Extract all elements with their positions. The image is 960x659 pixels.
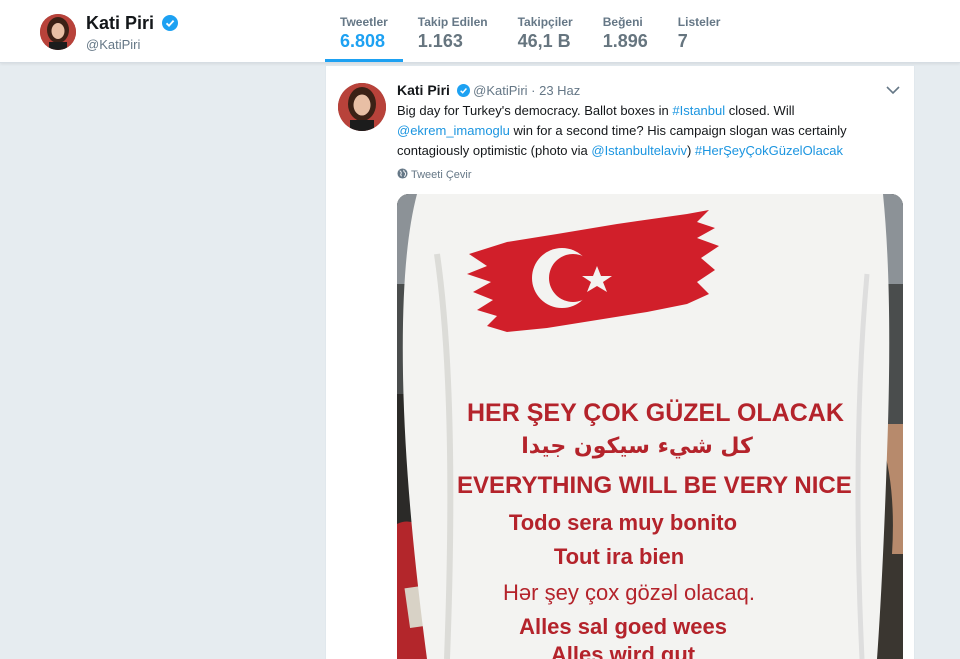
stat-likes[interactable]: Beğeni 1.896 bbox=[588, 0, 663, 62]
stat-label: Listeler bbox=[677, 15, 721, 29]
verified-badge-icon bbox=[456, 84, 470, 97]
tweet-timestamp[interactable]: 23 Haz bbox=[539, 83, 580, 98]
stat-value: 1.163 bbox=[417, 31, 463, 51]
stat-followers[interactable]: Takipçiler 46,1 B bbox=[503, 0, 588, 62]
stat-tweets[interactable]: Tweetler 6.808 bbox=[325, 0, 403, 62]
stat-value: 46,1 B bbox=[517, 31, 571, 51]
tweet-text-segment: ) bbox=[686, 143, 695, 158]
chevron-down-icon[interactable] bbox=[886, 85, 900, 95]
stat-following[interactable]: Takip Edilen 1.163 bbox=[403, 0, 503, 62]
shirt-line: Todo sera muy bonito bbox=[508, 510, 738, 535]
divider bbox=[326, 65, 914, 66]
tweet-text-segment: Big day for Turkey's democracy. Ballot b… bbox=[397, 103, 673, 118]
shirt-line: كل شيء سيكون جيدا bbox=[521, 434, 753, 459]
tweet-author-name[interactable]: Kati Piri bbox=[397, 82, 450, 98]
tweet-author-handle[interactable]: @KatiPiri bbox=[473, 83, 527, 98]
mention-link[interactable]: @Istanbultelaviv bbox=[591, 143, 687, 158]
profile-header-bar: Kati Piri @KatiPiri Tweetler 6.808 Takip… bbox=[0, 0, 960, 63]
tweet-header: Kati Piri @KatiPiri · 23 Haz bbox=[397, 82, 580, 98]
tweet-text: Big day for Turkey's democracy. Ballot b… bbox=[397, 101, 897, 161]
shirt-line: Alles wird gut bbox=[550, 642, 696, 659]
stat-value: 6.808 bbox=[340, 31, 386, 51]
mention-link[interactable]: @ekrem_imamoglu bbox=[397, 123, 510, 138]
stat-label: Beğeni bbox=[602, 15, 643, 29]
profile-avatar[interactable] bbox=[40, 14, 76, 50]
tweet-timeline: Kati Piri @KatiPiri · 23 Haz Big day for… bbox=[325, 65, 915, 659]
shirt-line: Hər şey çox gözəl olacaq. bbox=[503, 580, 755, 605]
hashtag-link[interactable]: #HerŞeyÇokGüzelOlacak bbox=[695, 143, 843, 158]
stat-value: 1.896 bbox=[602, 31, 648, 51]
tweet-photo[interactable]: HER ŞEY ÇOK GÜZEL OLACAK كل شيء سيكون جي… bbox=[397, 194, 903, 659]
profile-handle[interactable]: @KatiPiri bbox=[86, 37, 140, 52]
profile-name[interactable]: Kati Piri bbox=[86, 13, 179, 34]
tweet-text-segment: closed. Will bbox=[725, 103, 795, 118]
stat-lists[interactable]: Listeler 7 bbox=[663, 0, 736, 62]
translate-tweet-button[interactable]: Tweeti Çevir bbox=[397, 168, 472, 181]
shirt-line: HER ŞEY ÇOK GÜZEL OLACAK bbox=[467, 399, 844, 427]
shirt-line: Alles sal goed wees bbox=[519, 614, 727, 639]
stat-label: Tweetler bbox=[340, 15, 388, 29]
shirt-line: Tout ira bien bbox=[553, 544, 685, 569]
verified-badge-icon bbox=[162, 15, 179, 31]
profile-stats-nav: Tweetler 6.808 Takip Edilen 1.163 Takipç… bbox=[325, 0, 735, 62]
globe-icon bbox=[397, 168, 408, 179]
hashtag-link[interactable]: #Istanbul bbox=[672, 103, 725, 118]
tweet-author-avatar[interactable] bbox=[338, 83, 386, 131]
shirt-line: EVERYTHING WILL BE VERY NICE bbox=[457, 472, 852, 499]
stat-value: 7 bbox=[677, 31, 688, 51]
stat-label: Takip Edilen bbox=[417, 15, 488, 29]
stat-label: Takipçiler bbox=[517, 15, 573, 29]
separator-dot: · bbox=[527, 83, 540, 98]
translate-label: Tweeti Çevir bbox=[411, 169, 472, 181]
